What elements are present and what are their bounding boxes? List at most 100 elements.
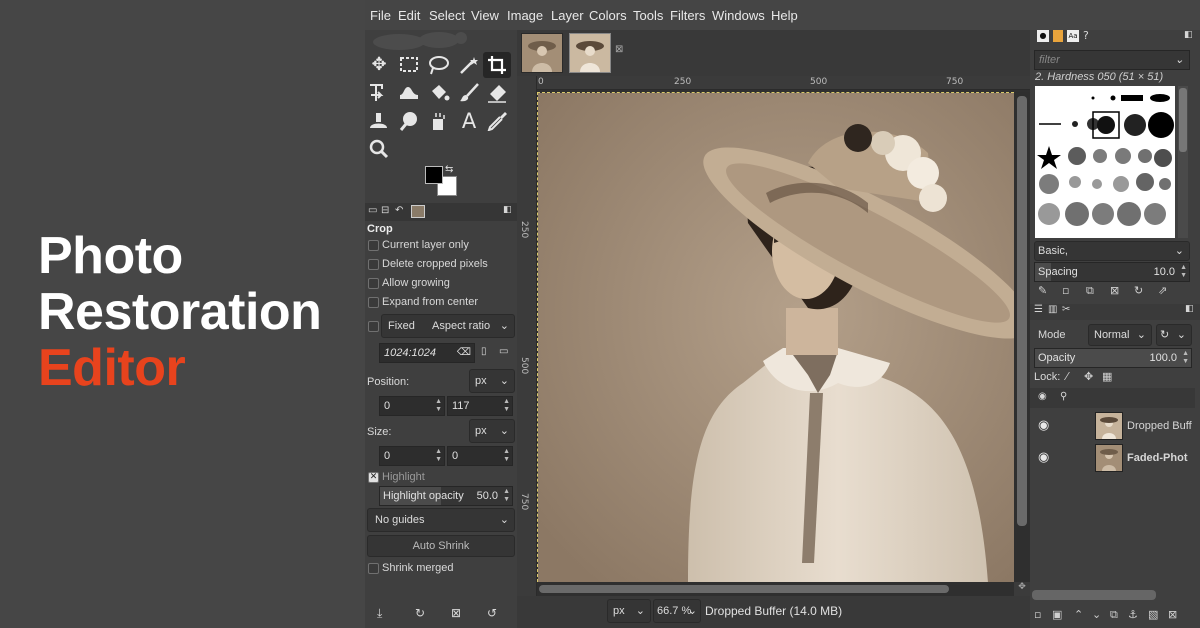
eraser-icon[interactable] (483, 80, 511, 106)
horizontal-scrollbar[interactable] (537, 582, 1014, 596)
layers-tab-icon[interactable]: ☰ (1034, 304, 1043, 315)
position-x-field[interactable]: 0 ▲ ▼ (379, 396, 445, 416)
menu-help[interactable]: Help (771, 8, 798, 23)
foreground-color-swatch[interactable] (425, 166, 443, 184)
size-h-field[interactable]: 0 ▲ ▼ (447, 446, 513, 466)
guides-combo[interactable]: No guides ⌄ (367, 508, 515, 532)
swap-colors-icon[interactable]: ⇆ (445, 164, 453, 175)
delete-layer-icon[interactable]: ⊠ (1168, 608, 1177, 621)
brush-preset-combo[interactable]: Basic, ⌄ (1034, 241, 1190, 261)
unit-combo[interactable]: px ⌄ (607, 599, 651, 623)
menu-file[interactable]: File (370, 8, 391, 23)
edit-brush-icon[interactable]: ✎ (1038, 284, 1047, 297)
clone-icon[interactable] (365, 108, 393, 134)
anchor-layer-icon[interactable]: ⚓ (1128, 608, 1138, 621)
image-tab-2[interactable] (569, 33, 611, 73)
patterns-tab-icon[interactable] (1053, 30, 1063, 42)
help-tab-icon[interactable]: ? (1083, 29, 1089, 42)
expand-center-checkbox[interactable] (368, 297, 379, 308)
spin-arrows-icon[interactable]: ▲ ▼ (503, 448, 510, 464)
navigate-icon[interactable]: ✥ (1014, 582, 1030, 596)
horizontal-scrollbar-thumb[interactable] (539, 585, 949, 593)
menu-colors[interactable]: Colors (589, 8, 627, 23)
size-unit-combo[interactable]: px ⌄ (469, 419, 515, 443)
restore-options-icon[interactable]: ↻ (415, 606, 425, 620)
layers-hscrollbar-thumb[interactable] (1032, 590, 1156, 600)
size-w-field[interactable]: 0 ▲ ▼ (379, 446, 445, 466)
raise-layer-icon[interactable]: ⌃ (1074, 608, 1083, 621)
fonts-tab-icon[interactable]: Aa (1067, 30, 1079, 42)
tool-options-tab-icon[interactable]: ▭ (368, 205, 377, 216)
duplicate-layer-icon[interactable]: ⧉ (1110, 608, 1118, 622)
spin-arrows-icon[interactable]: ▲ ▼ (1182, 350, 1189, 366)
spin-arrows-icon[interactable]: ▲ ▼ (503, 488, 510, 504)
lock-position-icon[interactable]: ✥ (1084, 370, 1093, 383)
menu-filters[interactable]: Filters (670, 8, 705, 23)
spin-arrows-icon[interactable]: ▲ ▼ (1180, 264, 1187, 280)
configure-tab-icon[interactable]: ◧ (1184, 30, 1193, 40)
menu-view[interactable]: View (471, 8, 499, 23)
position-y-field[interactable]: 117 ▲ ▼ (447, 396, 513, 416)
eye-icon[interactable]: ◉ (1038, 418, 1049, 433)
spin-arrows-icon[interactable]: ▲ ▼ (435, 448, 442, 464)
mode-combo[interactable]: Normal ⌄ (1088, 324, 1152, 346)
portrait-icon[interactable]: ▯ (481, 346, 487, 357)
undo-history-tab-icon[interactable]: ↶ (395, 205, 403, 216)
layer-name[interactable]: Dropped Buff (1127, 420, 1192, 432)
dodge-icon[interactable] (425, 108, 453, 134)
configure-tab-icon[interactable]: ◧ (1185, 304, 1194, 314)
lower-layer-icon[interactable]: ⌄ (1092, 608, 1101, 621)
channels-tab-icon[interactable]: ▥ (1048, 304, 1057, 315)
opacity-slider[interactable]: Opacity 100.0 ▲ ▼ (1034, 348, 1192, 368)
duplicate-brush-icon[interactable]: ⧉ (1086, 284, 1094, 298)
configure-tab-icon[interactable]: ◧ (503, 205, 512, 215)
images-tab-icon[interactable] (411, 205, 425, 218)
delete-options-icon[interactable]: ⊠ (451, 606, 461, 620)
brush-grid-scrollbar[interactable] (1178, 86, 1188, 238)
position-unit-combo[interactable]: px ⌄ (469, 369, 515, 393)
landscape-icon[interactable]: ▭ (499, 346, 508, 357)
save-options-icon[interactable]: ⤓ (377, 606, 382, 621)
menu-edit[interactable]: Edit (398, 8, 420, 23)
layer-row[interactable]: ◉ Dropped Buff (1030, 410, 1195, 442)
paintbrush-icon[interactable] (455, 80, 483, 106)
brush-grid[interactable] (1035, 86, 1175, 238)
move-icon[interactable]: ✥ (365, 52, 393, 78)
warp-icon[interactable] (395, 80, 423, 106)
composite-mode-combo[interactable]: ↻ ⌄ (1156, 324, 1192, 346)
shrink-merged-checkbox[interactable] (368, 563, 379, 574)
menu-select[interactable]: Select (429, 8, 465, 23)
text-icon[interactable]: A (455, 108, 483, 134)
spin-arrows-icon[interactable]: ▲ ▼ (435, 398, 442, 414)
transform-icon[interactable] (365, 80, 393, 106)
brushes-tab-icon[interactable]: ● (1037, 30, 1049, 42)
refresh-brushes-icon[interactable]: ↻ (1134, 284, 1143, 297)
paths-tab-icon[interactable]: ✂ (1062, 304, 1070, 315)
smudge-icon[interactable] (395, 108, 423, 134)
delete-brush-icon[interactable]: ⊠ (1110, 284, 1119, 297)
zoom-icon[interactable] (365, 136, 393, 162)
lasso-icon[interactable] (425, 52, 453, 78)
color-picker-icon[interactable] (483, 108, 511, 134)
layer-name[interactable]: Faded-Phot (1127, 452, 1188, 464)
lock-pixels-icon[interactable]: ⁄ (1066, 370, 1068, 383)
lock-alpha-icon[interactable]: ▦ (1102, 370, 1112, 383)
device-status-tab-icon[interactable]: ⊟ (381, 205, 389, 216)
layer-row[interactable]: ◉ Faded-Phot (1030, 442, 1195, 474)
highlight-checkbox[interactable]: ✕ (368, 472, 379, 483)
crop-icon[interactable] (483, 52, 511, 78)
menu-windows[interactable]: Windows (712, 8, 765, 23)
current-layer-only-checkbox[interactable] (368, 240, 379, 251)
reset-options-icon[interactable]: ↺ (487, 606, 497, 620)
delete-cropped-checkbox[interactable] (368, 259, 379, 270)
menu-tools[interactable]: Tools (633, 8, 663, 23)
fixed-mode-combo[interactable]: Fixed Aspect ratio ⌄ (381, 314, 515, 338)
zoom-combo[interactable]: 66.7 % ⌄ (653, 599, 701, 623)
fuzzy-select-icon[interactable] (455, 52, 483, 78)
brush-filter-input[interactable]: filter ⌄ (1034, 50, 1190, 70)
new-layer-group-icon[interactable]: ▣ (1052, 608, 1062, 621)
new-layer-icon[interactable]: ▫ (1034, 608, 1041, 621)
new-brush-icon[interactable]: ▫ (1062, 284, 1069, 297)
spin-arrows-icon[interactable]: ▲ ▼ (503, 398, 510, 414)
mask-layer-icon[interactable]: ▧ (1148, 608, 1158, 621)
